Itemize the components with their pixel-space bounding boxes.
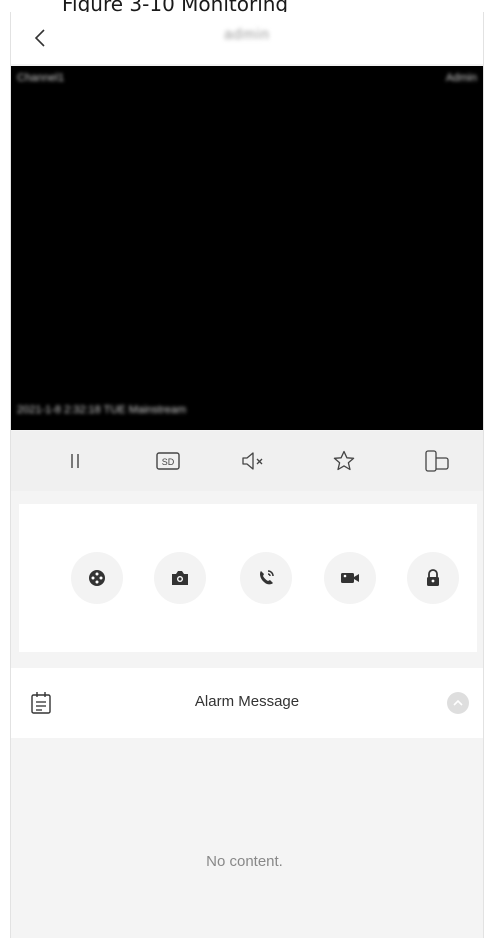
- page-title: admin: [224, 26, 270, 43]
- pause-icon: [71, 454, 79, 468]
- stream-quality-button[interactable]: SD: [148, 441, 188, 481]
- alarm-message-title: Alarm Message: [194, 693, 300, 710]
- live-video-view[interactable]: Channel1 Admin 2021-1-8 2:32:18 TUE Main…: [11, 66, 483, 430]
- camera-icon: [172, 571, 188, 585]
- talk-button[interactable]: [240, 552, 292, 604]
- phone-talk-icon: [260, 570, 274, 585]
- star-icon: [333, 450, 355, 471]
- osd-timestamp: 2021-1-8 2:32:18 TUE Mainstream: [17, 404, 187, 416]
- alarm-message-header[interactable]: Alarm Message: [11, 668, 483, 738]
- osd-channel-name: Channel1: [17, 72, 65, 84]
- empty-state-text: No content.: [206, 853, 283, 870]
- mute-button[interactable]: [233, 441, 273, 481]
- pause-button[interactable]: [55, 441, 95, 481]
- app-screen: admin Channel1 Admin 2021-1-8 2:32:18 TU…: [10, 12, 484, 938]
- favorite-button[interactable]: [324, 441, 364, 481]
- record-button[interactable]: [324, 552, 376, 604]
- video-record-icon: [341, 573, 359, 583]
- action-panel: [19, 504, 477, 652]
- playback-toolbar: SD: [11, 431, 483, 491]
- chevron-up-icon: [453, 699, 463, 706]
- collapse-button[interactable]: [447, 692, 469, 714]
- ptz-button[interactable]: [71, 552, 123, 604]
- osd-device-name: Admin: [445, 72, 477, 84]
- rotate-screen-icon: [425, 450, 449, 472]
- top-bar: admin: [11, 12, 483, 64]
- sd-label: SD: [162, 457, 175, 467]
- sd-icon: SD: [156, 452, 180, 470]
- ptz-icon: [89, 570, 105, 586]
- snapshot-button[interactable]: [154, 552, 206, 604]
- mute-icon: [242, 452, 263, 470]
- unlock-button[interactable]: [407, 552, 459, 604]
- lock-icon: [427, 569, 439, 586]
- fullscreen-button[interactable]: [417, 441, 457, 481]
